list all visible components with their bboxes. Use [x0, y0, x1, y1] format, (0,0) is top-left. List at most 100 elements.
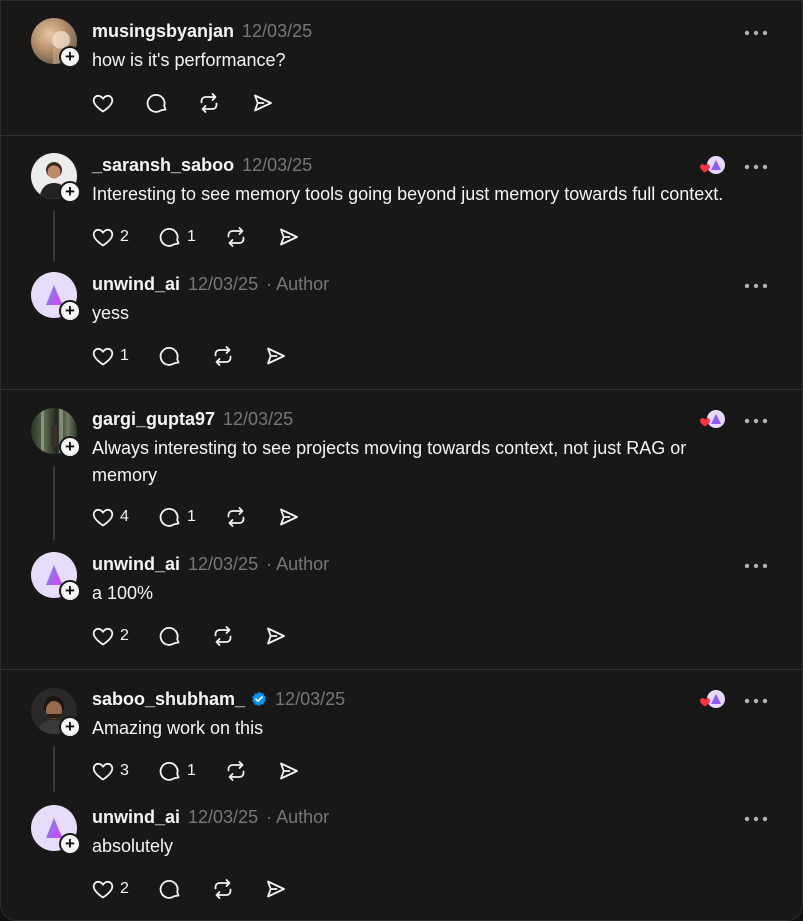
share-button[interactable] — [277, 504, 301, 530]
send-icon — [267, 627, 285, 645]
repost-button[interactable] — [211, 343, 235, 369]
like-count: 3 — [120, 762, 129, 779]
avatar[interactable]: + — [31, 153, 81, 203]
more-options-icon[interactable] — [744, 411, 772, 431]
username[interactable]: _saransh_saboo — [92, 155, 234, 176]
like-count: 2 — [120, 880, 129, 897]
author-liked-icon — [698, 408, 726, 432]
share-button[interactable] — [264, 623, 288, 649]
follow-plus-icon[interactable]: + — [59, 580, 81, 602]
share-button[interactable] — [277, 758, 301, 784]
username[interactable]: unwind_ai — [92, 274, 180, 295]
reply-count: 1 — [187, 228, 196, 245]
share-button[interactable] — [264, 876, 288, 902]
share-button[interactable] — [251, 90, 275, 116]
like-count: 2 — [120, 228, 129, 245]
repost-icon — [214, 879, 232, 899]
like-button[interactable]: 2 — [91, 224, 129, 250]
post-text: Interesting to see memory tools going be… — [92, 184, 724, 204]
more-options-icon[interactable] — [744, 157, 772, 177]
username[interactable]: musingsbyanjan — [92, 21, 234, 42]
reply-button[interactable] — [145, 90, 174, 116]
repost-button[interactable] — [211, 623, 235, 649]
timestamp[interactable]: 12/03/25 — [242, 155, 312, 176]
like-button[interactable]: 2 — [91, 876, 129, 902]
like-count: 4 — [120, 508, 129, 525]
send-icon — [280, 228, 298, 246]
repost-button[interactable] — [211, 876, 235, 902]
thread-line — [53, 466, 55, 540]
timestamp[interactable]: 12/03/25 — [223, 409, 293, 430]
post-text: yess — [92, 303, 130, 323]
post-text: Amazing work on this — [92, 718, 264, 738]
heart-icon — [92, 508, 114, 527]
share-button[interactable] — [264, 343, 288, 369]
heart-icon — [92, 94, 114, 113]
post-text: how is it's performance? — [92, 50, 286, 70]
send-icon — [267, 880, 285, 898]
username[interactable]: unwind_ai — [92, 807, 180, 828]
avatar[interactable]: + — [31, 272, 81, 322]
reply-button[interactable]: 1 — [158, 758, 196, 784]
follow-plus-icon[interactable]: + — [59, 833, 81, 855]
more-options-icon[interactable] — [744, 809, 772, 829]
send-icon — [254, 94, 272, 112]
comment-icon — [159, 347, 180, 366]
divider — [1, 135, 802, 136]
avatar[interactable]: + — [31, 805, 81, 855]
like-button[interactable]: 3 — [91, 758, 129, 784]
send-icon — [267, 347, 285, 365]
more-options-icon[interactable] — [744, 556, 772, 576]
send-icon — [280, 508, 298, 526]
comment-icon — [159, 880, 180, 899]
like-button[interactable]: 4 — [91, 504, 129, 530]
follow-plus-icon[interactable]: + — [59, 436, 81, 458]
username[interactable]: unwind_ai — [92, 554, 180, 575]
follow-plus-icon[interactable]: + — [59, 46, 81, 68]
repost-button[interactable] — [224, 504, 248, 530]
repost-icon — [227, 227, 245, 247]
like-button[interactable] — [91, 90, 120, 116]
avatar[interactable]: + — [31, 408, 81, 458]
timestamp[interactable]: 12/03/25 — [188, 807, 258, 828]
like-button[interactable]: 2 — [91, 623, 129, 649]
timestamp[interactable]: 12/03/25 — [188, 554, 258, 575]
repost-button[interactable] — [224, 224, 248, 250]
heart-icon — [92, 880, 114, 899]
repost-button[interactable] — [224, 758, 248, 784]
replies-panel: + musingsbyanjan 12/03/25 how is it's pe… — [0, 0, 803, 921]
avatar[interactable]: + — [31, 18, 81, 68]
comment-icon — [159, 627, 180, 646]
reply-count: 1 — [187, 762, 196, 779]
avatar[interactable]: + — [31, 552, 81, 602]
like-button[interactable]: 1 — [91, 343, 129, 369]
reply-button[interactable]: 1 — [158, 504, 196, 530]
thread-line — [53, 746, 55, 792]
author-liked-icon — [698, 688, 726, 712]
post-text: Always interesting to see projects movin… — [92, 438, 687, 485]
heart-icon — [92, 762, 114, 781]
share-button[interactable] — [277, 224, 301, 250]
repost-button[interactable] — [197, 90, 221, 116]
verified-badge-icon — [252, 691, 266, 707]
comment-icon — [146, 94, 167, 113]
avatar[interactable]: + — [31, 688, 81, 738]
reply-button[interactable] — [158, 343, 182, 369]
more-options-icon[interactable] — [744, 691, 772, 711]
more-options-icon[interactable] — [744, 23, 772, 43]
follow-plus-icon[interactable]: + — [59, 716, 81, 738]
timestamp[interactable]: 12/03/25 — [242, 21, 312, 42]
divider — [1, 669, 802, 670]
timestamp[interactable]: 12/03/25 — [275, 689, 345, 710]
username[interactable]: saboo_shubham_ — [92, 689, 245, 710]
follow-plus-icon[interactable]: + — [59, 300, 81, 322]
username[interactable]: gargi_gupta97 — [92, 409, 215, 430]
reply-button[interactable]: 1 — [158, 224, 196, 250]
post-text: a 100% — [92, 583, 154, 603]
follow-plus-icon[interactable]: + — [59, 181, 81, 203]
timestamp[interactable]: 12/03/25 — [188, 274, 258, 295]
more-options-icon[interactable] — [744, 276, 772, 296]
reply-button[interactable] — [158, 623, 182, 649]
reply-button[interactable] — [158, 876, 182, 902]
like-count: 2 — [120, 627, 129, 644]
